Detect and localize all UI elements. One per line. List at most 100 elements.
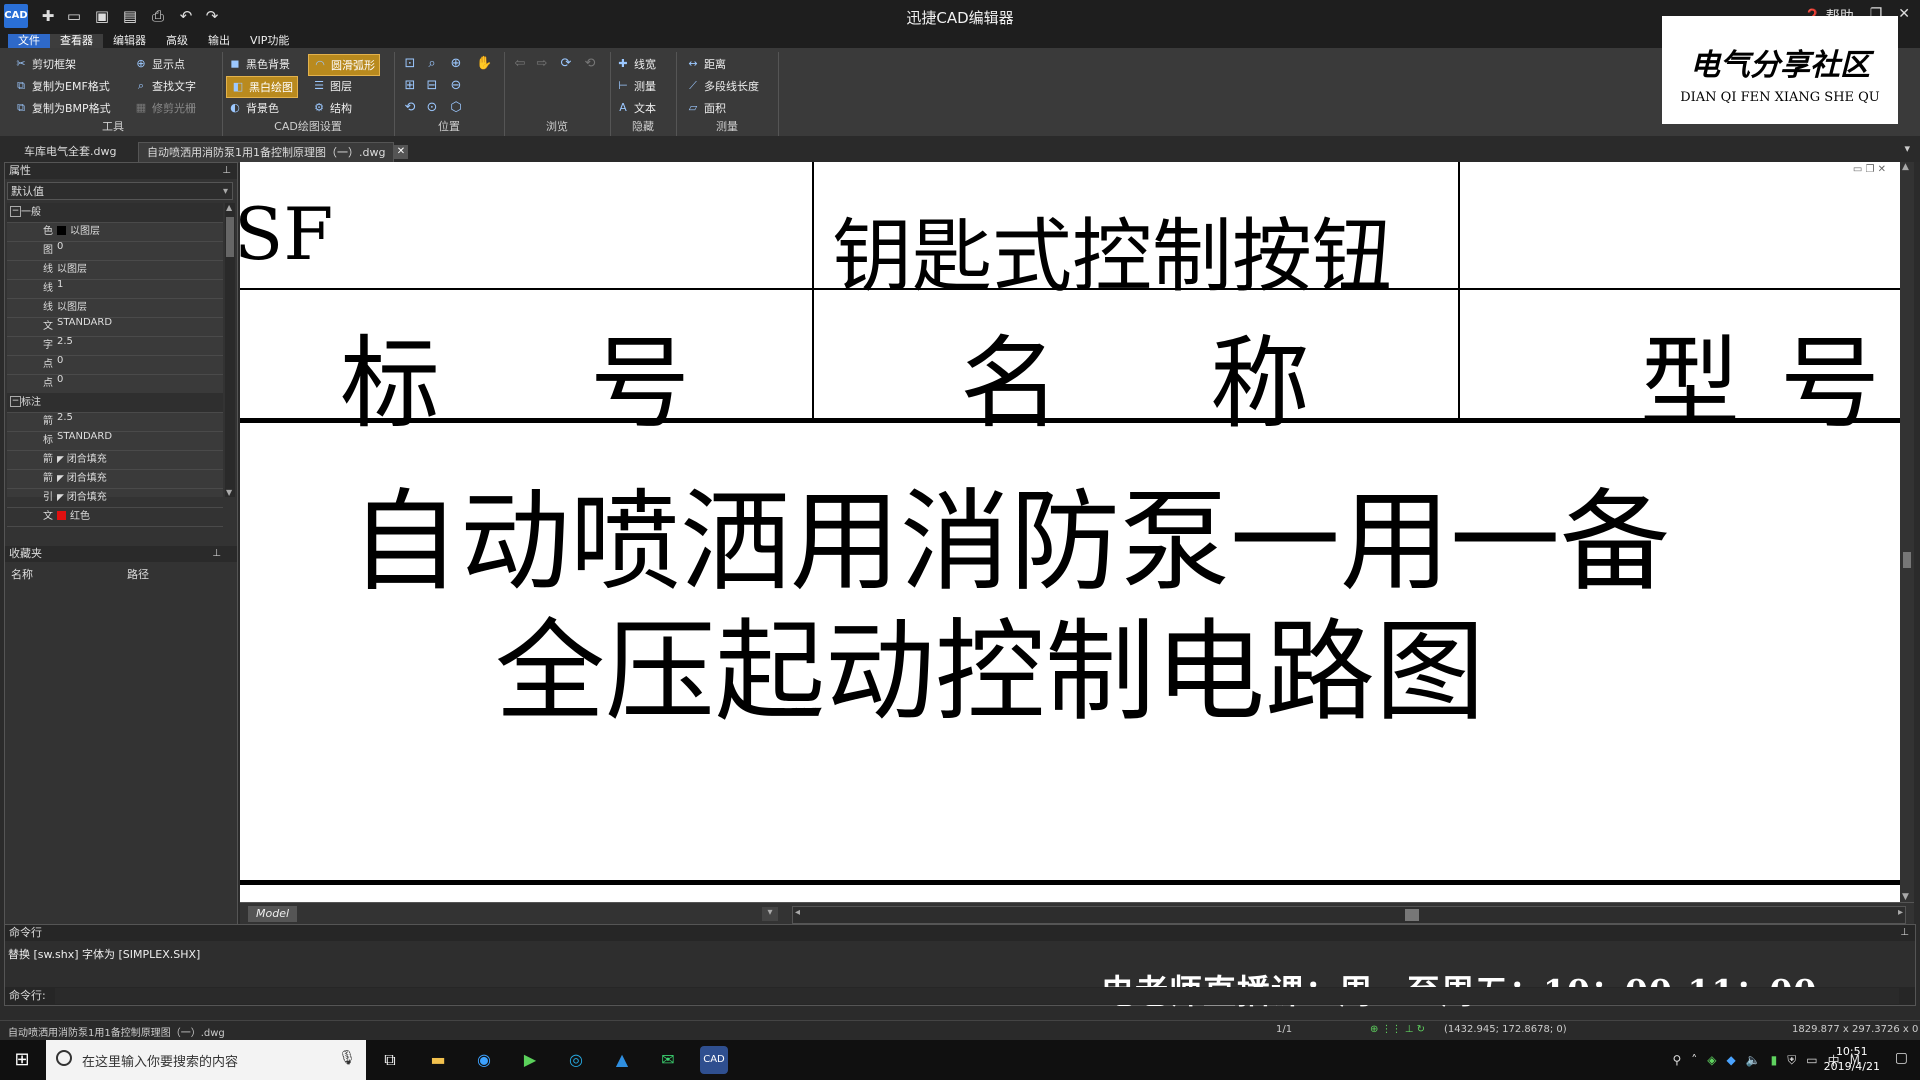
- zoom-extents-icon[interactable]: ⊡: [402, 56, 418, 72]
- smooth-arc-button[interactable]: ◠ 圆滑弧形: [308, 54, 380, 76]
- windows-start-icon[interactable]: ⊞: [0, 1040, 44, 1080]
- collapse-icon[interactable]: −: [10, 206, 21, 217]
- qq-icon[interactable]: ◎: [562, 1046, 590, 1074]
- area-button[interactable]: ▱ 面积: [686, 98, 726, 118]
- property-row[interactable]: 引 ◤ 闭合填充: [7, 488, 223, 508]
- property-row[interactable]: 点0: [7, 355, 223, 375]
- background-color-button[interactable]: ◐ 背景色: [228, 98, 279, 118]
- property-row[interactable]: 色 以图层: [7, 222, 223, 242]
- forward-arrow-icon[interactable]: ⇨: [534, 56, 550, 72]
- fit-icon[interactable]: ⊞: [402, 78, 418, 94]
- canvas-vertical-scrollbar[interactable]: ▲ ▼: [1900, 162, 1914, 902]
- black-white-drawing-button[interactable]: ◧ 黑白绘图: [226, 76, 298, 98]
- distance-button[interactable]: ↔ 距离: [686, 54, 726, 74]
- task-view-icon[interactable]: ⧉: [376, 1046, 404, 1074]
- snap-icon[interactable]: ⊕ ⋮⋮ ⊥ ↻: [1370, 1024, 1425, 1035]
- pin-icon[interactable]: ⊥: [1900, 925, 1909, 941]
- property-value[interactable]: 2.5: [57, 412, 73, 423]
- browser-icon[interactable]: ◉: [470, 1046, 498, 1074]
- scroll-right-icon[interactable]: ▸: [1898, 907, 1903, 918]
- menu-editor[interactable]: 编辑器: [103, 34, 156, 48]
- reload-icon[interactable]: ⟲: [582, 56, 598, 72]
- app-tray-icon[interactable]: ◈: [1707, 1053, 1716, 1067]
- clock[interactable]: 10:51 2019/4/21: [1824, 1044, 1880, 1074]
- trim-raster-button[interactable]: ▦ 修剪光栅: [134, 98, 196, 118]
- property-value[interactable]: ◤ 闭合填充: [57, 469, 107, 484]
- pin-icon[interactable]: ⊥: [212, 546, 221, 562]
- property-row[interactable]: 箭 2.5: [7, 412, 223, 432]
- favorites-col-name[interactable]: 名称: [11, 566, 33, 582]
- polyline-length-button[interactable]: ⟋ 多段线长度: [686, 76, 759, 96]
- notification-icon[interactable]: ▢: [1895, 1050, 1908, 1066]
- menu-output[interactable]: 输出: [198, 34, 240, 48]
- property-row[interactable]: 箭 ◤ 闭合填充: [7, 450, 223, 470]
- property-row[interactable]: 线1: [7, 279, 223, 299]
- structure-button[interactable]: ⚙ 结构: [312, 98, 352, 118]
- zoom-window-icon[interactable]: ⌕: [424, 56, 440, 72]
- file-explorer-icon[interactable]: ▬: [424, 1046, 452, 1074]
- property-value[interactable]: 以图层: [57, 222, 100, 237]
- property-value[interactable]: 0: [57, 355, 63, 366]
- zoom-in-icon[interactable]: ⊕: [448, 56, 464, 72]
- property-value[interactable]: 1: [57, 279, 63, 290]
- chevron-down-icon[interactable]: ▾: [1904, 142, 1910, 155]
- property-value[interactable]: ◤ 闭合填充: [57, 488, 107, 503]
- favorites-col-path[interactable]: 路径: [127, 566, 149, 582]
- cad-app-icon[interactable]: ▲: [608, 1046, 636, 1074]
- property-row[interactable]: 图0: [7, 241, 223, 261]
- property-value[interactable]: 0: [57, 374, 63, 385]
- scroll-thumb[interactable]: [1405, 909, 1419, 921]
- media-player-icon[interactable]: ▶: [516, 1046, 544, 1074]
- scroll-down-icon[interactable]: ▼: [1902, 892, 1909, 902]
- property-row[interactable]: 文 STANDARD: [7, 317, 223, 337]
- copy-bmp-button[interactable]: ⧉ 复制为BMP格式: [14, 98, 111, 118]
- tab-fire-pump-diagram[interactable]: 自动喷洒用消防泵1用1备控制原理图（一）.dwg: [138, 142, 395, 163]
- person-icon[interactable]: ⚲: [1672, 1053, 1681, 1067]
- property-row[interactable]: 线以图层: [7, 260, 223, 280]
- menu-viewer[interactable]: 查看器: [50, 34, 103, 48]
- scroll-up-icon[interactable]: ▲: [226, 203, 232, 212]
- chevron-up-icon[interactable]: ˄: [1691, 1053, 1697, 1067]
- volume-icon[interactable]: 🔈: [1746, 1053, 1761, 1067]
- property-group[interactable]: − 一般: [7, 203, 223, 223]
- battery-icon[interactable]: ▮: [1771, 1053, 1778, 1067]
- line-width-button[interactable]: ✚ 线宽: [616, 54, 656, 74]
- zoom-out-icon[interactable]: ⊖: [448, 78, 464, 94]
- black-background-button[interactable]: ◼ 黑色背景: [228, 54, 290, 74]
- find-text-button[interactable]: ⌕ 查找文字: [134, 76, 196, 96]
- tab-model[interactable]: Model: [248, 906, 298, 922]
- property-scrollbar[interactable]: ▲ ▼: [225, 203, 235, 497]
- property-row[interactable]: 文 红色: [7, 507, 223, 527]
- drawing-canvas[interactable]: SF 钥匙式控制按钮 标 号 名 称 型 号 自动喷洒用消防泵一用一备 全压起动…: [240, 162, 1900, 902]
- copy-emf-button[interactable]: ⧉ 复制为EMF格式: [14, 76, 110, 96]
- zoom-all-icon[interactable]: ⊟: [424, 78, 440, 94]
- property-value[interactable]: 2.5: [57, 336, 73, 347]
- property-value[interactable]: STANDARD: [57, 317, 112, 328]
- collapse-icon[interactable]: −: [10, 396, 21, 407]
- display-icon[interactable]: ▭: [1806, 1053, 1817, 1067]
- chevron-down-icon[interactable]: ▾: [762, 907, 778, 921]
- cad-editor-taskbar-icon[interactable]: CAD: [700, 1046, 728, 1074]
- refresh-icon[interactable]: ⟳: [558, 56, 574, 72]
- text-toggle-button[interactable]: A 文本: [616, 98, 656, 118]
- pin-icon[interactable]: ⊥: [222, 163, 231, 179]
- scroll-up-icon[interactable]: ▲: [1902, 162, 1909, 172]
- canvas-horizontal-scrollbar[interactable]: ◂ ▸: [792, 906, 1906, 924]
- command-input[interactable]: [55, 988, 1899, 1004]
- property-preset-select[interactable]: 默认值 ▾: [7, 182, 233, 200]
- wechat-icon[interactable]: ✉: [654, 1046, 682, 1074]
- layers-button[interactable]: ☰ 图层: [312, 76, 352, 96]
- scroll-down-icon[interactable]: ▼: [226, 488, 232, 497]
- scroll-left-icon[interactable]: ◂: [795, 907, 800, 918]
- property-row[interactable]: 线以图层: [7, 298, 223, 318]
- microphone-icon[interactable]: 🎙: [338, 1050, 356, 1066]
- property-row[interactable]: 点0: [7, 374, 223, 394]
- taskbar-search[interactable]: 在这里输入你要搜索的内容 🎙: [46, 1040, 366, 1080]
- menu-advanced[interactable]: 高级: [156, 34, 198, 48]
- zoom-previous-icon[interactable]: ⊙: [424, 100, 440, 116]
- close-icon[interactable]: ✕: [1898, 6, 1910, 26]
- scroll-thumb[interactable]: [226, 217, 234, 257]
- network-tray-icon[interactable]: ◆: [1726, 1053, 1735, 1067]
- property-value[interactable]: 红色: [57, 507, 90, 522]
- property-value[interactable]: 以图层: [57, 298, 87, 313]
